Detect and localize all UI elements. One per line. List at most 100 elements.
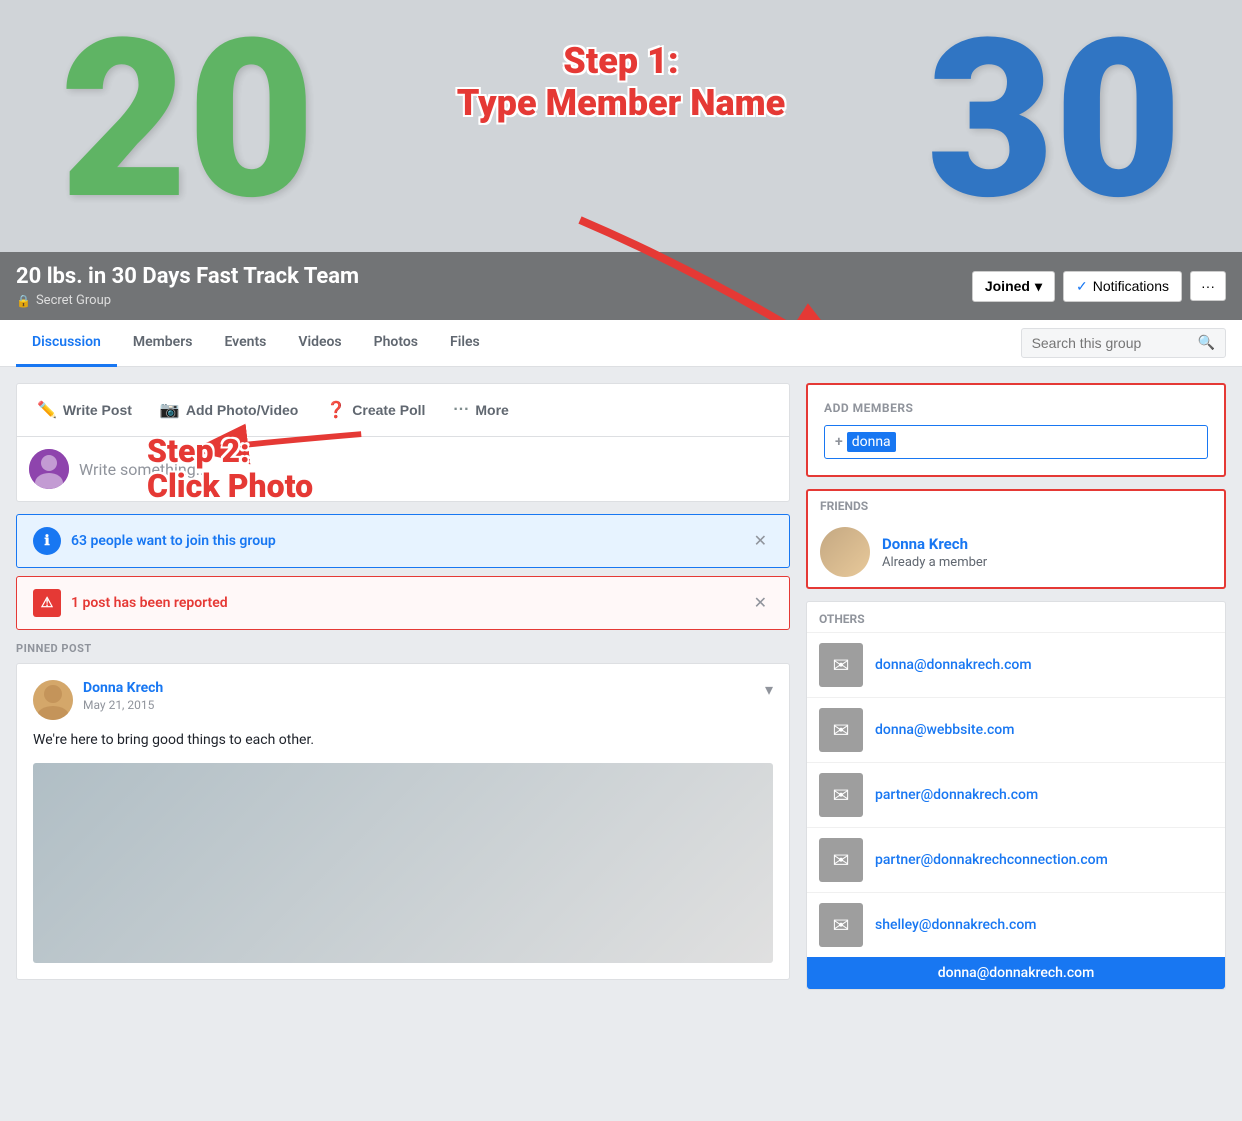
post-composer: ✏️ Write Post 📷 Add Photo/Video ❓ Create… xyxy=(16,383,790,502)
donna-avatar-img xyxy=(820,527,870,577)
add-members-title: ADD MEMBERS xyxy=(824,401,1208,415)
member-status: Already a member xyxy=(882,555,1212,570)
more-button[interactable]: ··· More xyxy=(441,392,520,428)
email-text-2: partner@donnakrech.com xyxy=(875,787,1038,803)
more-label: More xyxy=(475,402,508,418)
write-post-icon: ✏️ xyxy=(37,400,57,420)
email-text-4: shelley@donnakrech.com xyxy=(875,917,1036,933)
composer-actions: ✏️ Write Post 📷 Add Photo/Video ❓ Create… xyxy=(17,384,789,437)
cover-num-30: 30 xyxy=(927,10,1182,230)
cover-area: 20 30 Step 1: Type Member Name 20 lbs. i… xyxy=(0,0,1242,320)
write-post-button[interactable]: ✏️ Write Post xyxy=(25,392,144,428)
left-column: ✏️ Write Post 📷 Add Photo/Video ❓ Create… xyxy=(16,383,790,990)
others-label: Others xyxy=(807,602,1225,632)
email-text-3: partner@donnakrechconnection.com xyxy=(875,852,1108,868)
search-input[interactable] xyxy=(1032,335,1192,351)
poll-icon: ❓ xyxy=(326,400,346,420)
email-text-0: donna@donnakrech.com xyxy=(875,657,1032,673)
main-layout: ✏️ Write Post 📷 Add Photo/Video ❓ Create… xyxy=(0,367,1242,1006)
joined-button[interactable]: Joined ▾ xyxy=(972,271,1055,302)
tab-files[interactable]: Files xyxy=(434,320,496,367)
join-banner-text: 63 people want to join this group xyxy=(71,533,276,549)
joined-label: Joined xyxy=(985,278,1030,294)
banner-left-report: ⚠ 1 post has been reported xyxy=(33,589,228,617)
cover-subtitle: 🔒 Secret Group xyxy=(16,293,359,308)
email-icon-1: ✉ xyxy=(819,708,863,752)
nav-tabs: Discussion Members Events Videos Photos … xyxy=(16,320,496,366)
report-banner: ⚠ 1 post has been reported ✕ xyxy=(16,576,790,630)
tab-photos[interactable]: Photos xyxy=(358,320,434,367)
tab-discussion[interactable]: Discussion xyxy=(16,320,117,367)
info-icon: ℹ xyxy=(33,527,61,555)
post-header: Donna Krech May 21, 2015 ▾ xyxy=(33,680,773,720)
friends-section-label: Friends xyxy=(808,491,1224,517)
add-photo-label: Add Photo/Video xyxy=(186,402,299,418)
post-date: May 21, 2015 xyxy=(83,698,163,712)
add-members-typed-value: donna xyxy=(847,432,896,452)
more-options-button[interactable]: ··· xyxy=(1190,271,1226,301)
add-members-box: ADD MEMBERS + donna xyxy=(806,383,1226,477)
others-section: Others ✉ donna@donnakrech.com ✉ donna@we… xyxy=(806,601,1226,990)
friends-section: Friends Donna Krech Already a member xyxy=(806,489,1226,589)
right-column: ADD MEMBERS + donna Friends Donna Krech … xyxy=(806,383,1226,990)
search-box[interactable]: 🔍 xyxy=(1021,328,1226,358)
post-image xyxy=(33,763,773,963)
banner-left-join: ℹ 63 people want to join this group xyxy=(33,527,276,555)
email-text-1: donna@webbsite.com xyxy=(875,722,1014,738)
other-row-4[interactable]: ✉ shelley@donnakrech.com xyxy=(807,892,1225,957)
check-icon: ✓ xyxy=(1076,278,1088,295)
joined-dropdown-icon: ▾ xyxy=(1035,278,1042,295)
cover-info-bar: 20 lbs. in 30 Days Fast Track Team 🔒 Sec… xyxy=(0,252,1242,320)
composer-avatar xyxy=(29,449,69,489)
add-plus-icon: + xyxy=(835,434,843,450)
add-photo-button[interactable]: 📷 Add Photo/Video xyxy=(148,392,310,428)
create-poll-button[interactable]: ❓ Create Poll xyxy=(314,392,437,428)
other-row-0[interactable]: ✉ donna@donnakrech.com xyxy=(807,632,1225,697)
email-icon-0: ✉ xyxy=(819,643,863,687)
camera-icon: 📷 xyxy=(160,400,180,420)
tab-events[interactable]: Events xyxy=(208,320,282,367)
tab-members[interactable]: Members xyxy=(117,320,209,367)
notifications-label: Notifications xyxy=(1093,278,1169,294)
cover-num-20: 20 xyxy=(60,10,315,230)
join-banner-close[interactable]: ✕ xyxy=(748,529,773,553)
other-row-5[interactable]: donna@donnakrech.com xyxy=(807,957,1225,989)
donna-avatar xyxy=(820,527,870,577)
member-info: Donna Krech Already a member xyxy=(882,535,1212,570)
email-icon-2: ✉ xyxy=(819,773,863,817)
search-icon: 🔍 xyxy=(1198,335,1215,351)
cover-title-area: 20 lbs. in 30 Days Fast Track Team 🔒 Sec… xyxy=(16,264,359,308)
email-text-5: donna@donnakrech.com xyxy=(938,965,1095,981)
nav-tabs-bar: Discussion Members Events Videos Photos … xyxy=(0,320,1242,367)
other-row-1[interactable]: ✉ donna@webbsite.com xyxy=(807,697,1225,762)
post-chevron-icon[interactable]: ▾ xyxy=(765,680,773,699)
post-content: We're here to bring good things to each … xyxy=(33,730,773,751)
post-author-area: Donna Krech May 21, 2015 xyxy=(33,680,163,720)
post-author-name[interactable]: Donna Krech xyxy=(83,680,163,696)
post-card: Donna Krech May 21, 2015 ▾ We're here to… xyxy=(16,663,790,980)
cover-title: 20 lbs. in 30 Days Fast Track Team xyxy=(16,264,359,289)
composer-placeholder[interactable]: Write something... xyxy=(79,460,208,479)
email-icon-3: ✉ xyxy=(819,838,863,882)
email-icon-4: ✉ xyxy=(819,903,863,947)
cover-actions: Joined ▾ ✓ Notifications ··· xyxy=(972,271,1226,302)
pinned-post-label: PINNED POST xyxy=(16,642,790,655)
join-banner: ℹ 63 people want to join this group ✕ xyxy=(16,514,790,568)
create-poll-label: Create Poll xyxy=(352,402,425,418)
more-icon: ··· xyxy=(453,401,469,419)
other-row-3[interactable]: ✉ partner@donnakrechconnection.com xyxy=(807,827,1225,892)
member-row-donna[interactable]: Donna Krech Already a member xyxy=(808,517,1224,587)
write-post-label: Write Post xyxy=(63,402,132,418)
tab-videos[interactable]: Videos xyxy=(282,320,357,367)
lock-icon: 🔒 xyxy=(16,294,31,308)
warning-icon: ⚠ xyxy=(33,589,61,617)
more-dots-label: ··· xyxy=(1201,278,1215,294)
post-avatar xyxy=(33,680,73,720)
other-row-2[interactable]: ✉ partner@donnakrech.com xyxy=(807,762,1225,827)
composer-input-area: Write something... xyxy=(17,437,789,501)
cover-subtitle-text: Secret Group xyxy=(36,293,111,308)
add-members-input-row[interactable]: + donna xyxy=(824,425,1208,459)
notifications-button[interactable]: ✓ Notifications xyxy=(1063,271,1182,302)
report-banner-close[interactable]: ✕ xyxy=(748,591,773,615)
post-author-info: Donna Krech May 21, 2015 xyxy=(83,680,163,712)
